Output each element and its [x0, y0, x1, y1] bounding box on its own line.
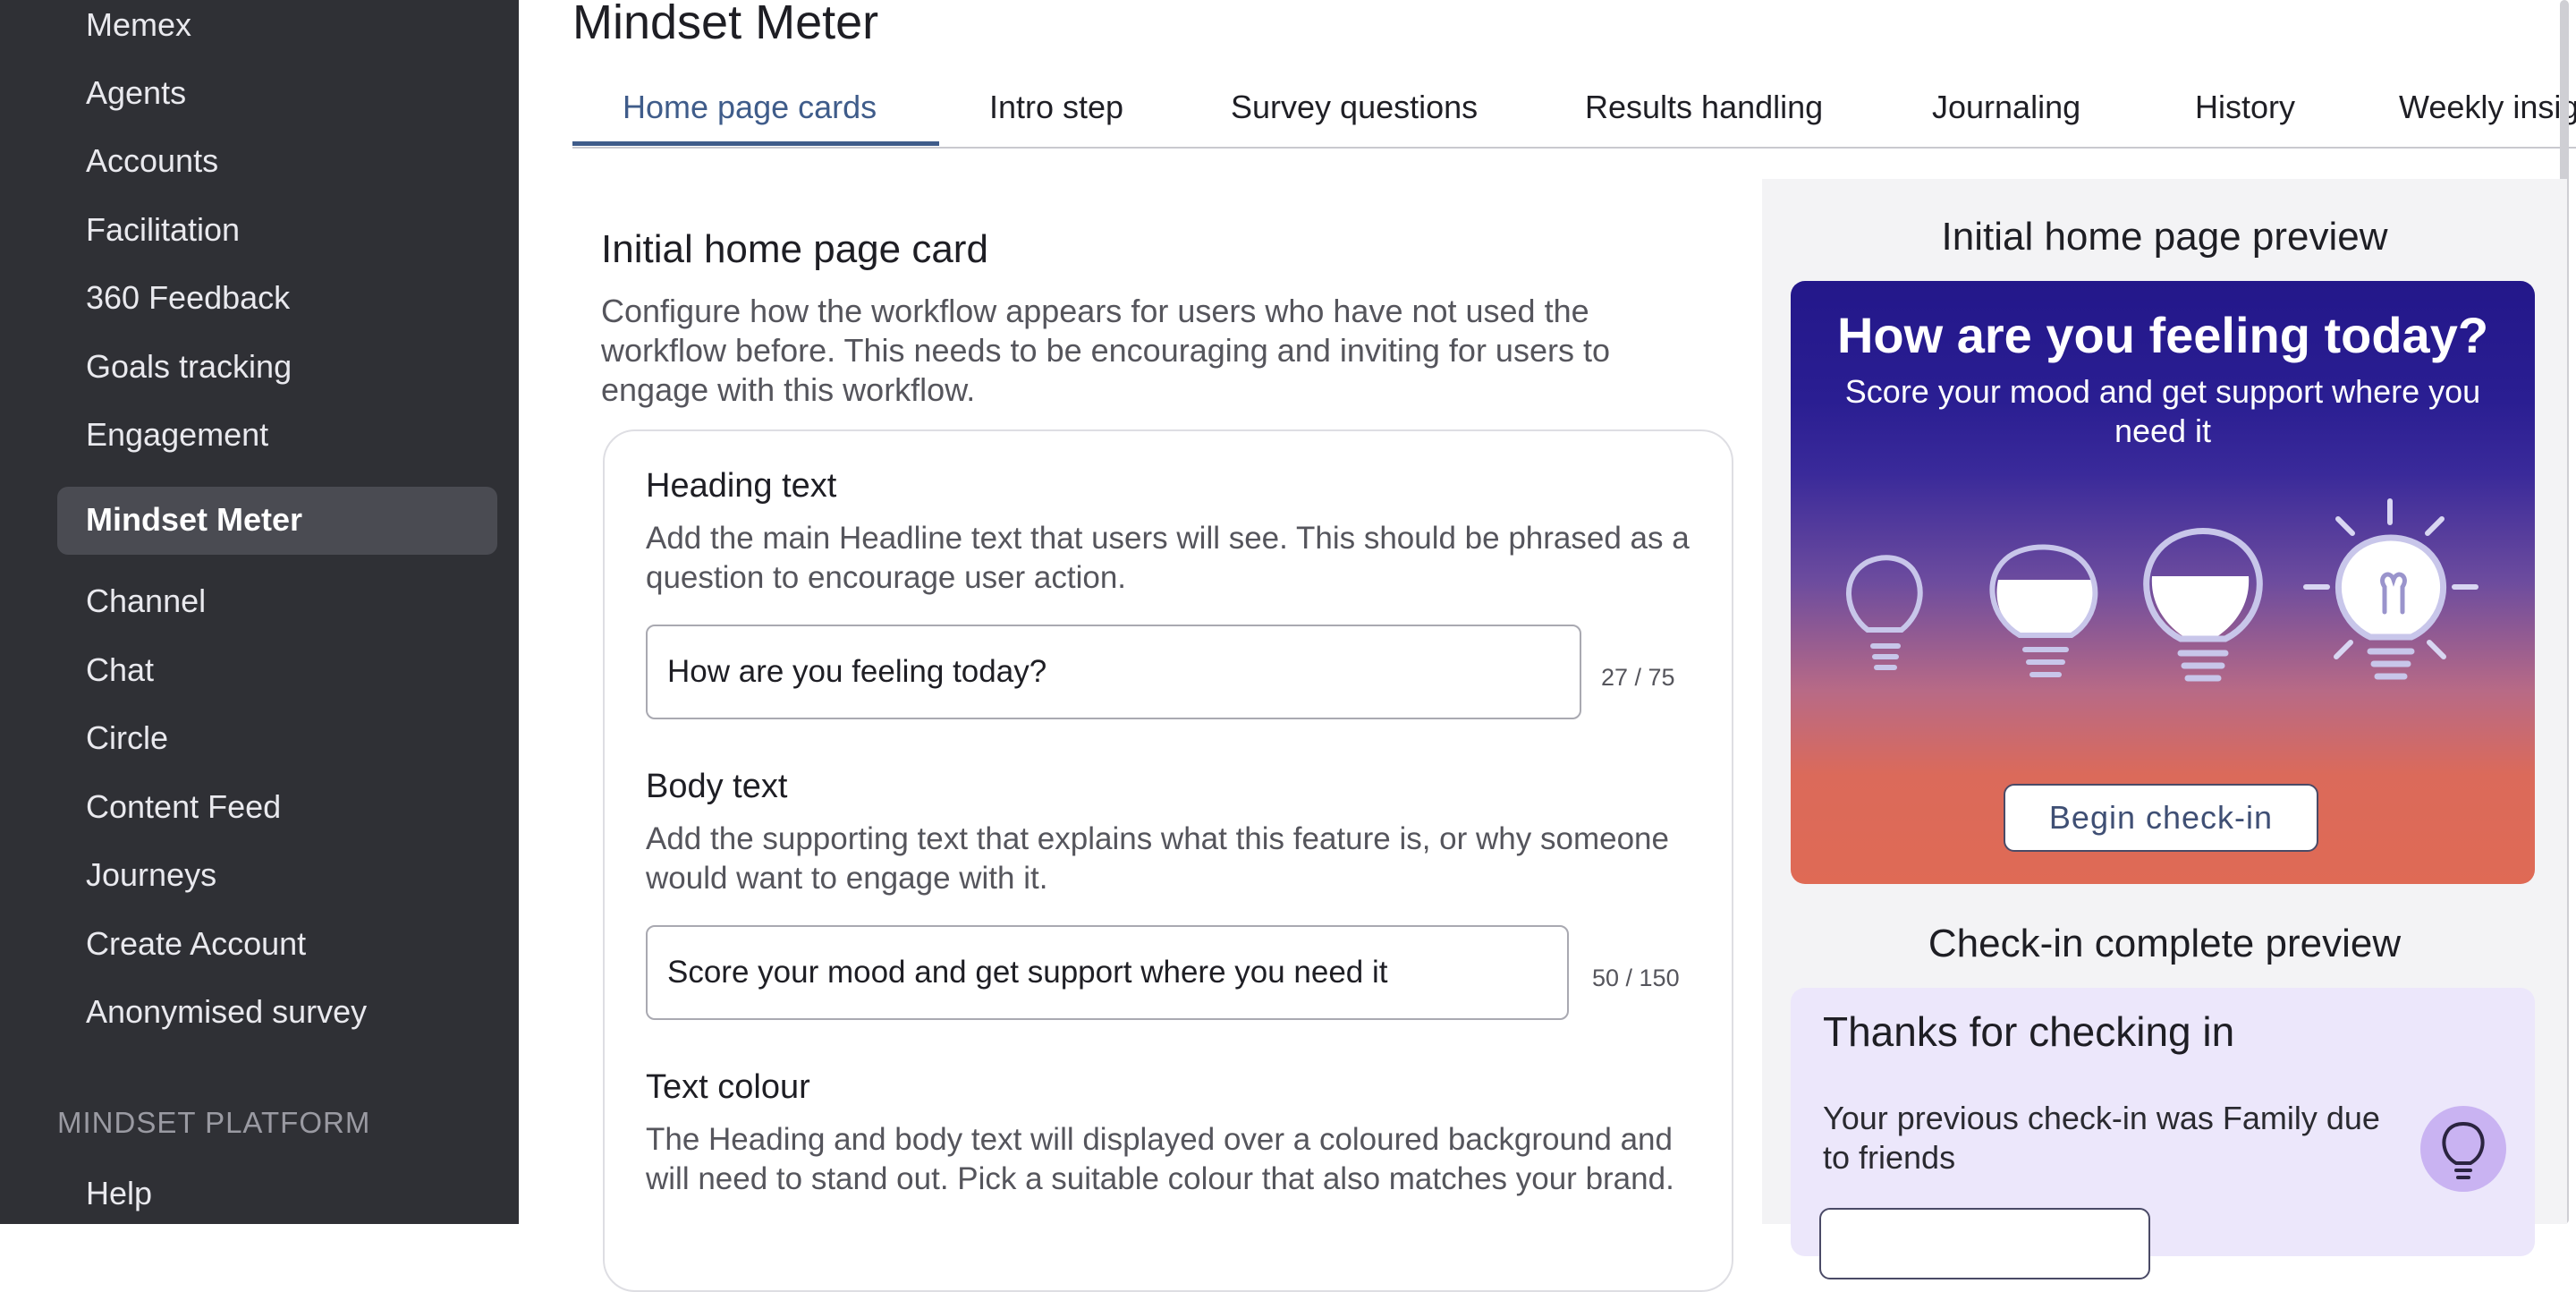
sidebar-item-facilitation[interactable]: Facilitation — [86, 210, 240, 250]
text-colour-label: Text colour — [646, 1068, 810, 1106]
tab-history[interactable]: History — [2195, 82, 2295, 132]
tab-survey-questions[interactable]: Survey questions — [1231, 82, 1478, 132]
sidebar-item-goals-tracking[interactable]: Goals tracking — [86, 347, 292, 387]
heading-text-help: Add the main Headline text that users wi… — [646, 521, 1690, 595]
body-character-counter: 50 / 150 — [1592, 965, 1680, 991]
sidebar-item-content-feed[interactable]: Content Feed — [86, 787, 281, 827]
half-bulb-icon — [2143, 528, 2263, 682]
home-card-preview: How are you feeling today? Score your mo… — [1791, 281, 2535, 884]
tab-home-page-cards[interactable]: Home page cards — [623, 82, 877, 132]
glowing-bulb-icon — [2303, 498, 2479, 680]
sidebar-section-label: MINDSET PLATFORM — [57, 1106, 371, 1139]
tab-bar: Home page cards Intro step Survey questi… — [572, 82, 2576, 149]
section-description: Configure how the workflow appears for u… — [601, 293, 1610, 408]
heading-text-label: Heading text — [646, 467, 837, 505]
page-title: Mindset Meter — [572, 0, 879, 49]
active-tab-indicator — [572, 141, 939, 146]
check-in-complete-card: Thanks for checking in Your previous che… — [1791, 988, 2535, 1279]
body-text-help: Add the supporting text that explains wh… — [646, 821, 1669, 896]
sidebar-item-360-feedback[interactable]: 360 Feedback — [86, 278, 290, 318]
bulb-avatar-icon — [2420, 1106, 2506, 1192]
heading-text-input[interactable]: How are you feeling today? — [646, 625, 1581, 719]
sidebar-item-journeys[interactable]: Journeys — [86, 855, 216, 895]
preview-body: Score your mood and get support where yo… — [1844, 373, 2481, 449]
body-text-input[interactable]: Score your mood and get support where yo… — [646, 925, 1569, 1020]
tab-results-handling[interactable]: Results handling — [1585, 82, 1823, 132]
sidebar: Memex Agents Accounts Facilitation 360 F… — [0, 0, 519, 1224]
sidebar-item-anonymised-survey[interactable]: Anonymised survey — [86, 992, 367, 1032]
sidebar-item-help[interactable]: Help — [86, 1174, 152, 1213]
empty-bulb-icon — [1846, 555, 1923, 670]
text-colour-help: The Heading and body text will displayed… — [646, 1122, 1674, 1196]
sidebar-item-channel[interactable]: Channel — [86, 582, 206, 621]
body-text-label: Body text — [646, 768, 788, 805]
begin-check-in-button[interactable]: Begin check-in — [2004, 784, 2318, 852]
bulb-illustration — [1846, 498, 2479, 682]
sidebar-item-accounts[interactable]: Accounts — [86, 141, 218, 181]
sidebar-item-mindset-meter[interactable]: Mindset Meter — [86, 500, 302, 540]
sidebar-item-chat[interactable]: Chat — [86, 650, 154, 690]
sidebar-item-engagement[interactable]: Engagement — [86, 415, 268, 455]
section-title: Initial home page card — [601, 227, 988, 271]
sidebar-item-create-account[interactable]: Create Account — [86, 924, 306, 964]
heading-character-counter: 27 / 75 — [1601, 664, 1675, 691]
initial-preview-title: Initial home page preview — [1941, 215, 2388, 259]
quarter-bulb-icon — [1989, 544, 2098, 677]
sidebar-item-agents[interactable]: Agents — [86, 73, 186, 113]
preview-heading: How are you feeling today? — [1836, 307, 2489, 363]
complete-preview-title: Check-in complete preview — [1928, 922, 2402, 965]
complete-card-button[interactable] — [1819, 1208, 2150, 1279]
home-card-settings-card: Heading text Add the main Headline text … — [603, 429, 1733, 1292]
complete-card-title: Thanks for checking in — [1823, 1008, 2235, 1055]
sidebar-item-circle[interactable]: Circle — [86, 718, 168, 758]
tab-intro-step[interactable]: Intro step — [989, 82, 1123, 132]
complete-card-body: Your previous check-in was Family due to… — [1823, 1100, 2380, 1176]
tab-weekly-insights[interactable]: Weekly insig — [2399, 82, 2576, 132]
sidebar-item-memex[interactable]: Memex — [86, 5, 191, 45]
tab-journaling[interactable]: Journaling — [1932, 82, 2080, 132]
